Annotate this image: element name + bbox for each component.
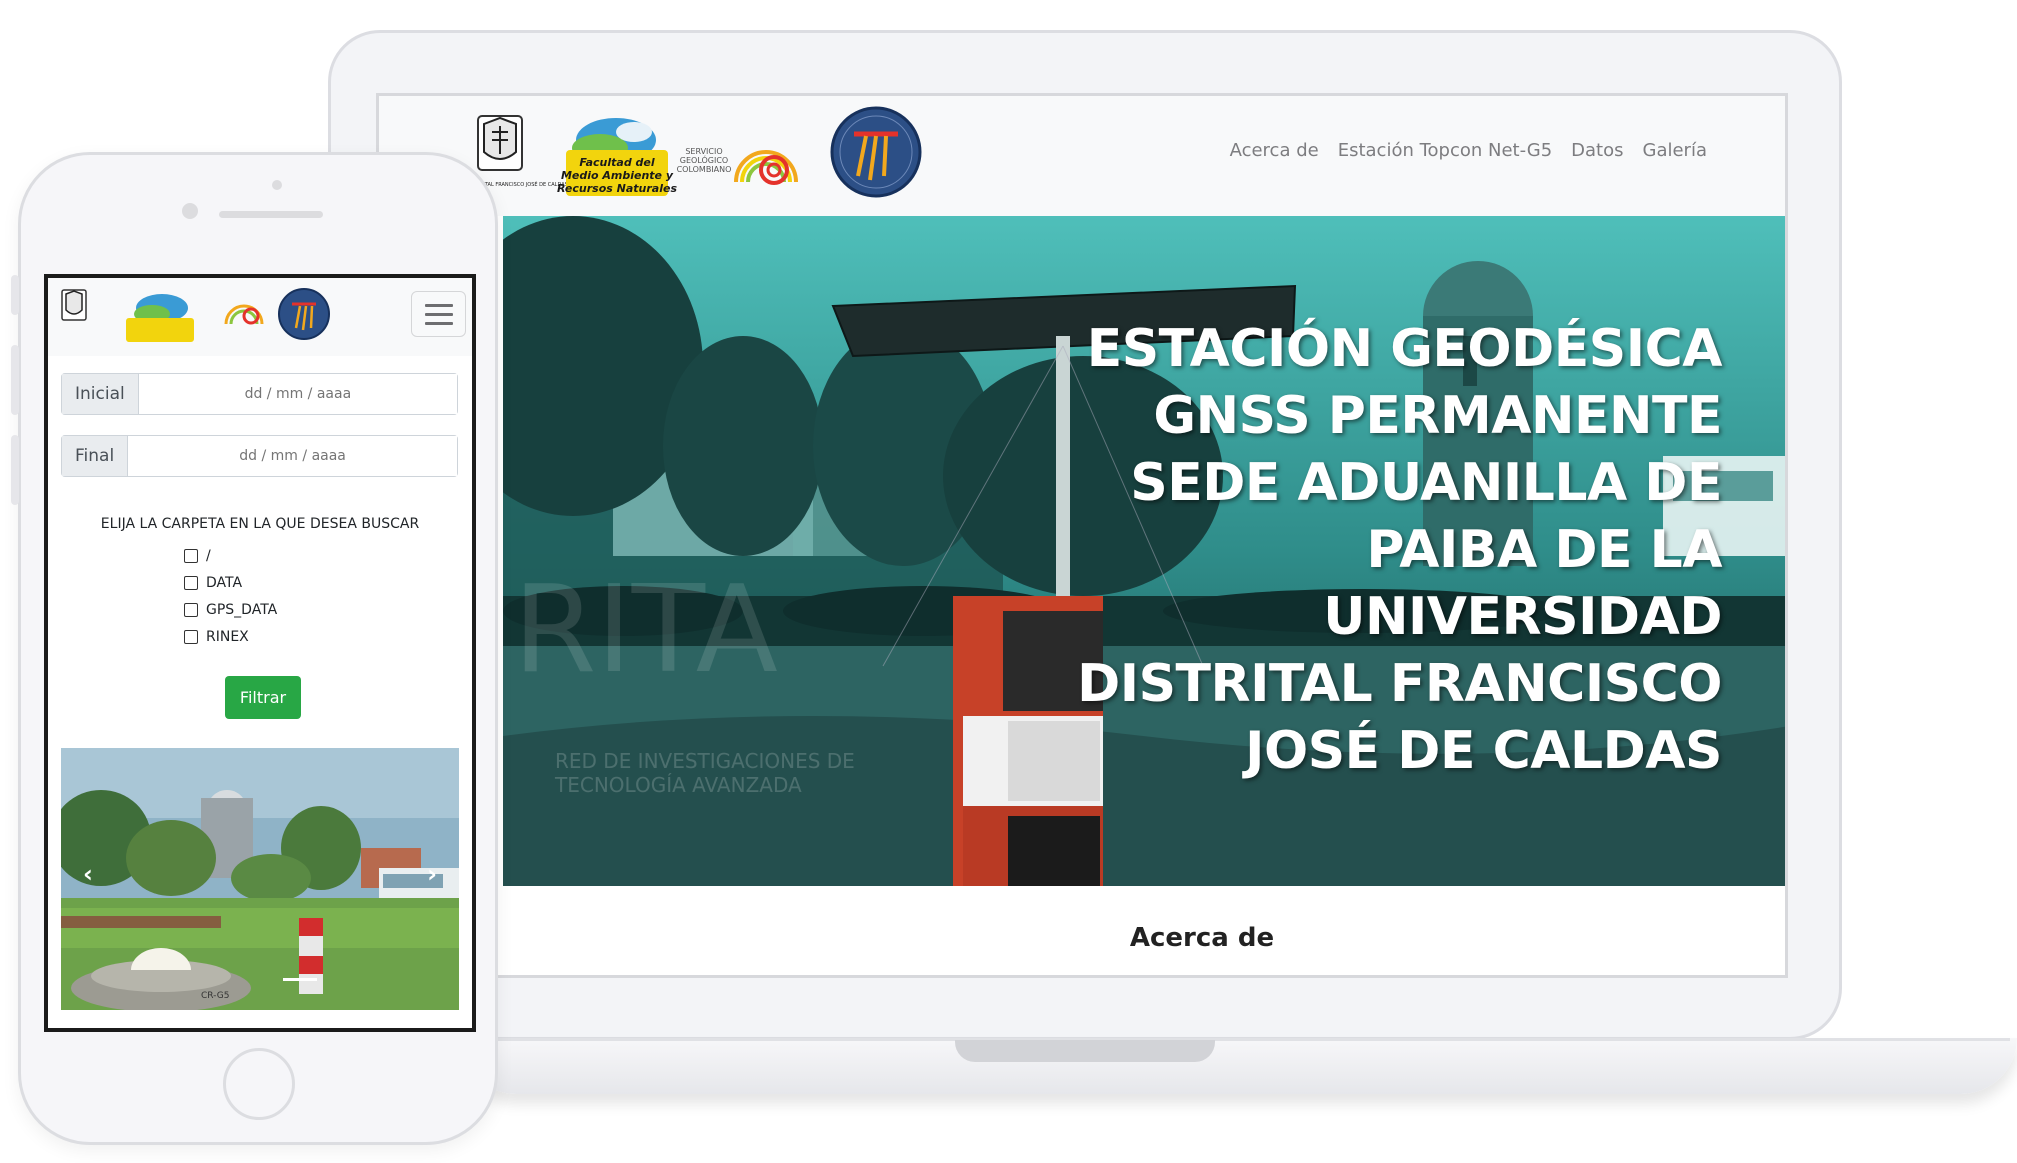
institution-logos: UNIVERSIDAD DISTRITAL FRANCISCO JOSÉ DE …: [474, 106, 922, 198]
folder-label: RINEX: [206, 628, 249, 645]
faculty-logo-line1: Facultad del: [579, 156, 655, 169]
desktop-nav-links: Acerca de Estación Topcon Net-G5 Datos G…: [1230, 140, 1707, 161]
initial-date-group: Inicial: [61, 373, 458, 415]
sgc-logo: SERVICIO GEOLÓGICO COLOMBIANO: [677, 147, 798, 185]
hamburger-icon-bar-bottom: [425, 322, 453, 325]
carousel-equipment-label: CR-G5: [201, 991, 229, 1001]
carousel-photo: CR-G5: [61, 748, 459, 1010]
hero-watermark-big: RITA: [513, 561, 778, 700]
hamburger-icon-bar-middle: [425, 313, 453, 316]
folder-option: DATA: [184, 569, 277, 596]
sgc-logo-line1: SERVICIO: [685, 147, 722, 156]
hero-banner: RITA RED DE INVESTIGACIONES DE TECNOLOGÍ…: [503, 216, 1785, 886]
folder-checkbox-list: / DATA GPS_DATA RINEX: [184, 542, 277, 650]
initial-date-input[interactable]: [138, 374, 457, 414]
filter-button[interactable]: Filtrar: [225, 676, 301, 719]
phone-speaker: [219, 211, 323, 218]
mobile-screen: Inicial Final ELIJA LA CARPETA EN LA QUE…: [44, 274, 476, 1032]
folder-label: /: [206, 547, 211, 564]
laptop-base-edge: [470, 1038, 2010, 1041]
folder-checkbox-rinex[interactable]: [184, 629, 198, 644]
sgc-logo-line2: GEOLÓGICO: [680, 154, 728, 165]
mobile-navbar: [48, 278, 472, 356]
folder-option: GPS_DATA: [184, 596, 277, 623]
sgc-logo-line3: COLOMBIANO: [677, 165, 732, 174]
folder-option: RINEX: [184, 623, 277, 650]
mobile-sgc-logo: [224, 304, 264, 325]
hero-title: ESTACIÓN GEODÉSICA GNSS PERMANENTE SEDE …: [1077, 319, 1722, 781]
hero-watermark-line1: RED DE INVESTIGACIONES DE: [555, 749, 855, 773]
phone-sensor: [272, 180, 282, 190]
phone-volume-up: [11, 345, 19, 415]
faculty-logo-line2: Medio Ambiente y: [561, 169, 674, 182]
phone-side-button: [11, 275, 19, 315]
laptop-notch: [955, 1040, 1215, 1062]
phone-camera: [182, 203, 198, 219]
carousel-next-arrow-icon[interactable]: ›: [427, 860, 437, 888]
desktop-navbar: UNIVERSIDAD DISTRITAL FRANCISCO JOSÉ DE …: [379, 96, 1785, 216]
final-date-group: Final: [61, 435, 458, 477]
carousel-prev-arrow-icon[interactable]: ‹: [83, 860, 93, 888]
final-date-label: Final: [62, 436, 129, 476]
folder-checkbox-root[interactable]: [184, 548, 198, 563]
faculty-logo: Facultad del Medio Ambiente y Recursos N…: [557, 118, 677, 196]
hamburger-menu-button[interactable]: [411, 291, 466, 337]
folder-checkbox-data[interactable]: [184, 575, 198, 590]
university-crest-logo: UNIVERSIDAD DISTRITAL FRANCISCO JOSÉ DE …: [474, 115, 568, 188]
nav-link-estacion[interactable]: Estación Topcon Net-G5: [1338, 140, 1552, 161]
folder-option: /: [184, 542, 277, 569]
initial-date-label: Inicial: [62, 374, 139, 414]
nav-link-datos[interactable]: Datos: [1571, 140, 1623, 161]
carousel-indicator[interactable]: [283, 978, 317, 981]
nav-link-acerca[interactable]: Acerca de: [1230, 140, 1319, 161]
folder-label: DATA: [206, 574, 243, 591]
mobile-university-crest-logo: [61, 289, 87, 321]
faculty-logo-line3: Recursos Naturales: [557, 182, 677, 195]
phone-home-button[interactable]: [223, 1048, 295, 1120]
desktop-screen: UNIVERSIDAD DISTRITAL FRANCISCO JOSÉ DE …: [376, 93, 1788, 978]
hamburger-icon-bar-top: [425, 304, 453, 307]
laptop-base: [460, 1038, 2017, 1094]
folder-label: GPS_DATA: [206, 601, 278, 618]
about-section-heading: Acerca de: [1129, 923, 1275, 953]
photo-carousel: CR-G5 ‹ ›: [61, 748, 459, 1010]
folder-prompt: ELIJA LA CARPETA EN LA QUE DESEA BUSCAR: [100, 516, 420, 532]
final-date-input[interactable]: [128, 436, 457, 476]
station-round-logo: [830, 106, 922, 198]
mobile-faculty-logo: [126, 294, 194, 342]
hero-watermark-line2: TECNOLOGÍA AVANZADA: [554, 773, 802, 797]
phone-volume-down: [11, 435, 19, 505]
mobile-station-round-logo: [278, 288, 330, 340]
nav-link-galeria[interactable]: Galería: [1643, 140, 1708, 161]
mobile-logos: [61, 288, 330, 342]
folder-checkbox-gps-data[interactable]: [184, 602, 198, 617]
